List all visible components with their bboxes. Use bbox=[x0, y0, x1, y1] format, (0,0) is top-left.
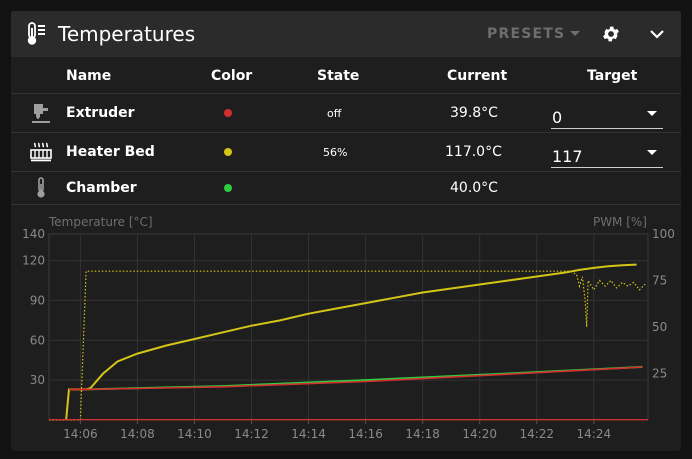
column-header-name: Name bbox=[66, 68, 112, 84]
y-tick-label: 30 bbox=[30, 373, 45, 387]
x-tick-label: 14:14 bbox=[291, 427, 326, 441]
temperature-chart-svg: Temperature [°C] PWM [%] 30 60 90 120 140 25 5… bbox=[22, 215, 675, 441]
column-header-current: Current bbox=[447, 68, 508, 84]
y2-tick-label: 75 bbox=[652, 274, 667, 288]
extruder-nozzle-icon bbox=[32, 104, 50, 123]
color-dot-red[interactable] bbox=[224, 109, 232, 117]
series-line-chamber bbox=[86, 365, 643, 391]
row-name: Chamber bbox=[66, 180, 137, 196]
y-tick-label: 140 bbox=[22, 227, 45, 241]
x-tick-label: 14:10 bbox=[177, 427, 212, 441]
x-tick-label: 14:12 bbox=[234, 427, 269, 441]
presets-button[interactable]: PRESETS bbox=[487, 23, 581, 45]
row-state: off bbox=[327, 107, 342, 120]
target-select-extruder[interactable]: 0 bbox=[551, 102, 663, 129]
row-state: 56% bbox=[323, 146, 348, 159]
collapse-chevron-icon[interactable] bbox=[648, 25, 666, 43]
y-axis-label: Temperature [°C] bbox=[48, 215, 153, 229]
row-current: 39.8°C bbox=[450, 105, 498, 121]
dropdown-caret-icon bbox=[647, 111, 657, 116]
y-tick-label: 60 bbox=[30, 333, 45, 347]
series-line-heater-bed bbox=[65, 263, 637, 421]
table-row-extruder: Extruder off 39.8°C 0 bbox=[11, 94, 681, 133]
heater-bed-icon bbox=[30, 142, 52, 162]
color-dot-green[interactable] bbox=[224, 184, 232, 192]
table-row-heater-bed: Heater Bed 56% 117.0°C 117 bbox=[11, 133, 681, 172]
column-header-color: Color bbox=[211, 68, 253, 84]
y2-tick-label: 25 bbox=[652, 367, 667, 381]
column-header-target: Target bbox=[587, 68, 638, 84]
chevron-down-icon bbox=[570, 31, 581, 36]
temperature-chart[interactable]: Temperature [°C] PWM [%] 30 60 90 120 140 25 5… bbox=[11, 204, 681, 451]
x-tick-label: 14:08 bbox=[120, 427, 155, 441]
table-row-chamber: Chamber 40.0°C bbox=[11, 172, 681, 205]
target-value: 117 bbox=[552, 147, 583, 166]
x-tick-label: 14:06 bbox=[63, 427, 98, 441]
x-tick-label: 14:22 bbox=[519, 427, 554, 441]
x-tick-label: 14:20 bbox=[462, 427, 497, 441]
target-select-heater-bed[interactable]: 117 bbox=[551, 141, 663, 168]
y2-tick-label: 50 bbox=[652, 320, 667, 334]
row-name: Extruder bbox=[66, 105, 135, 121]
thermometer-icon bbox=[37, 177, 45, 198]
temperatures-card: Temperatures PRESETS Name Color State Cu… bbox=[11, 11, 681, 451]
thermometer-lines-icon bbox=[27, 22, 45, 45]
plot-frame bbox=[48, 233, 649, 421]
card-title: Temperatures bbox=[58, 22, 196, 46]
dropdown-caret-icon bbox=[647, 150, 657, 155]
row-name: Heater Bed bbox=[66, 144, 155, 160]
x-tick-label: 14:16 bbox=[348, 427, 383, 441]
gear-icon[interactable] bbox=[601, 24, 621, 44]
y-tick-label: 90 bbox=[30, 293, 45, 307]
column-header-state: State bbox=[317, 68, 360, 84]
y2-tick-label: 100 bbox=[652, 227, 675, 241]
table-header-row: Name Color State Current Target bbox=[11, 57, 681, 94]
x-tick-label: 14:18 bbox=[405, 427, 440, 441]
row-current: 40.0°C bbox=[450, 180, 498, 196]
color-dot-yellow[interactable] bbox=[224, 148, 232, 156]
y2-axis-label: PWM [%] bbox=[593, 215, 647, 229]
x-tick-label: 14:24 bbox=[577, 427, 612, 441]
series-line-heater-bed-pwm bbox=[49, 270, 646, 421]
target-value: 0 bbox=[552, 108, 563, 127]
presets-label: PRESETS bbox=[487, 26, 566, 42]
row-current: 117.0°C bbox=[445, 144, 502, 160]
y-tick-label: 120 bbox=[22, 254, 45, 268]
card-header: Temperatures PRESETS bbox=[11, 11, 681, 57]
